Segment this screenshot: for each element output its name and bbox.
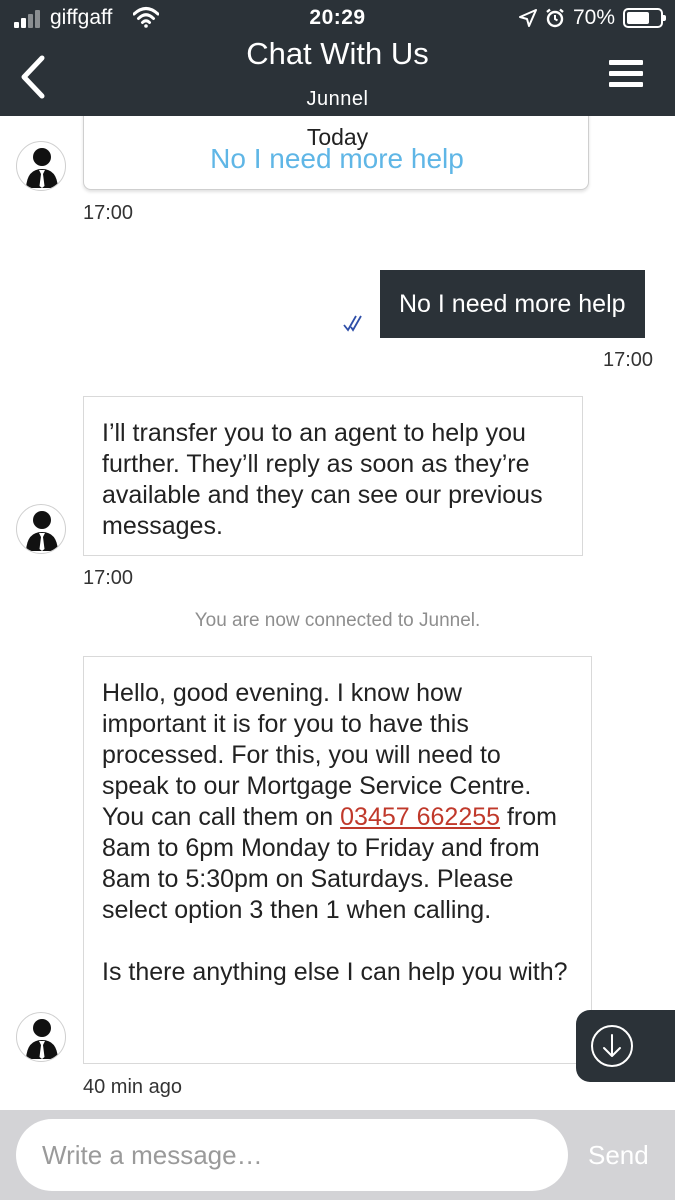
user-message-bubble: No I need more help	[380, 270, 645, 338]
message-timestamp: 17:00	[83, 202, 134, 224]
message-timestamp: 17:00	[603, 349, 654, 371]
location-arrow-icon	[518, 9, 537, 27]
double-check-icon	[343, 315, 362, 332]
hamburger-icon	[609, 60, 643, 65]
agent-name: Junnel	[306, 88, 369, 110]
system-notice: You are now connected to Junnel.	[194, 610, 481, 631]
arrow-down-circle-icon	[591, 1025, 633, 1067]
message-timestamp: 40 min ago	[83, 1076, 182, 1098]
agent-avatar	[16, 1012, 66, 1062]
alarm-icon	[546, 8, 564, 28]
bot-avatar	[16, 504, 66, 554]
scroll-to-bottom-button[interactable]	[576, 1010, 675, 1082]
message-input[interactable]	[16, 1119, 568, 1191]
send-button[interactable]: Send	[588, 1140, 649, 1171]
phone-number-link[interactable]: 03457 662255	[340, 803, 500, 831]
status-right-group: 70%	[518, 6, 666, 30]
menu-button[interactable]	[609, 60, 643, 90]
agent-person-icon	[26, 511, 58, 551]
message-timestamp: 17:00	[83, 567, 134, 589]
app-header: giffgaff 20:29 70% Chat With Us Junnel	[0, 0, 675, 116]
status-bar: giffgaff 20:29 70%	[0, 0, 675, 36]
agent-message-paragraph: Hello, good evening. I know how importan…	[102, 679, 557, 924]
bot-message-bubble: I’ll transfer you to an agent to help yo…	[83, 396, 583, 556]
battery-icon	[623, 8, 666, 28]
agent-message-bubble: Hello, good evening. I know how importan…	[83, 656, 592, 1064]
agent-person-icon	[26, 1019, 58, 1059]
battery-fill	[627, 12, 650, 24]
message-composer: Send	[0, 1110, 675, 1200]
agent-message-paragraph: Is there anything else I can help you wi…	[102, 958, 568, 986]
date-divider: Today	[306, 124, 369, 150]
chat-transcript[interactable]: No I need more help Today 17:00 No I nee…	[0, 116, 675, 1110]
battery-percentage: 70%	[572, 6, 615, 29]
page-title: Chat With Us	[246, 36, 429, 71]
